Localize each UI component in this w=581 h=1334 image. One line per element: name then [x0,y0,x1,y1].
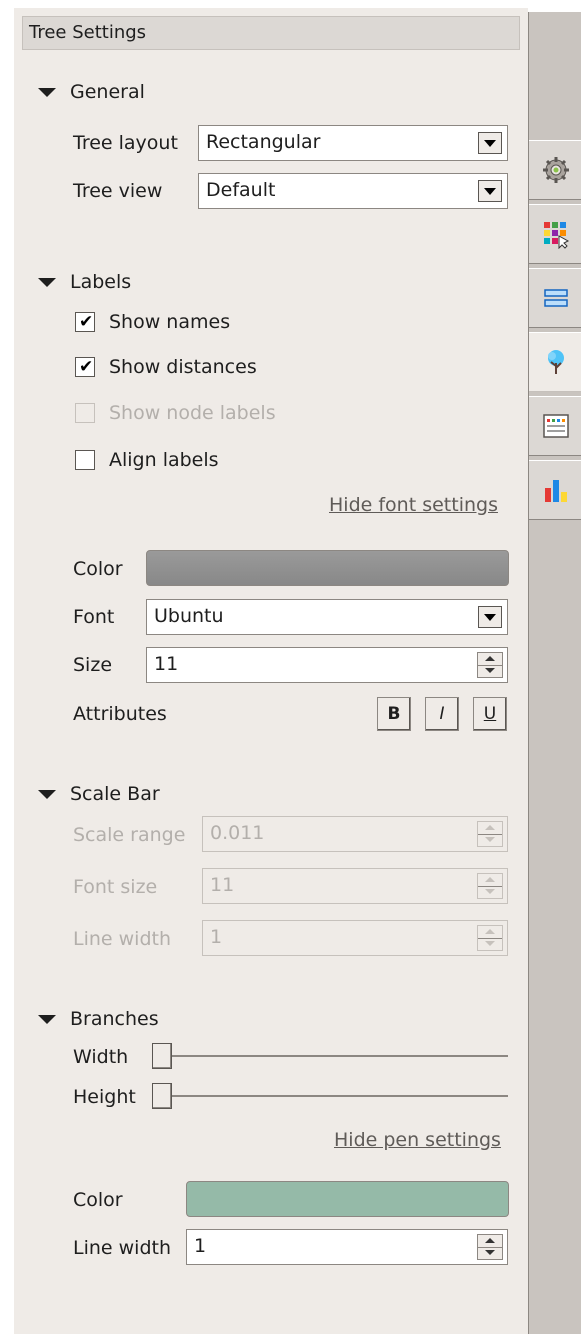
scale-line-width-value: 1 [210,926,223,948]
scale-range-label: Scale range [73,824,186,846]
tab-layout[interactable] [529,268,581,328]
tab-general-settings[interactable] [529,140,581,200]
branch-color-swatch[interactable] [186,1181,509,1217]
layout-bars-icon [543,289,568,307]
scale-font-size-label: Font size [73,876,158,898]
tree-view-label: Tree view [73,180,163,202]
hide-font-settings-link[interactable]: Hide font settings [329,494,498,516]
branch-line-width-label: Line width [73,1237,172,1259]
section-general-title: General [70,81,145,103]
collapse-triangle-icon [38,1014,56,1024]
dropdown-arrow-icon[interactable] [478,606,502,628]
show-names-checkbox[interactable]: ✔ Show names [75,309,230,335]
font-combo[interactable]: Ubuntu [146,599,508,635]
branch-height-slider-track[interactable] [152,1095,508,1097]
section-branches-title: Branches [70,1008,159,1030]
dropdown-arrow-icon[interactable] [478,132,502,154]
branch-width-slider-track[interactable] [152,1055,508,1057]
spin-arrows-icon [477,821,503,847]
section-labels-title: Labels [70,271,132,293]
tree-view-value: Default [206,179,276,201]
tree-layout-value: Rectangular [206,131,321,153]
size-value: 11 [154,653,179,675]
panel-header: Tree Settings [22,16,520,50]
checkbox-box[interactable] [75,450,95,470]
side-tab-strip [528,12,581,1334]
scale-range-value: 0.011 [210,822,265,844]
dropdown-arrow-icon[interactable] [478,180,502,202]
tab-data-table[interactable] [529,396,581,456]
checkbox-box[interactable]: ✔ [75,312,95,332]
section-scale-bar-toggle[interactable]: Scale Bar [38,782,160,806]
font-value: Ubuntu [154,605,224,627]
scale-range-spinbox: 0.011 [202,816,508,852]
align-labels-checkbox[interactable]: Align labels [75,447,219,473]
colored-grid-icon [543,222,569,249]
hide-pen-settings-link[interactable]: Hide pen settings [334,1129,501,1151]
data-table-icon [542,414,569,438]
show-node-labels-checkbox: Show node labels [75,400,276,426]
font-label: Font [73,606,115,628]
section-labels-toggle[interactable]: Labels [38,270,131,294]
checkmark-icon: ✔ [79,312,94,332]
collapse-triangle-icon [38,277,56,287]
branch-line-width-value: 1 [194,1235,207,1257]
underline-button[interactable]: U [473,697,507,731]
label-color-swatch[interactable] [146,550,509,586]
section-general-toggle[interactable]: General [38,80,145,104]
spin-arrows-icon [477,925,503,951]
tab-colors[interactable] [529,204,581,264]
branch-line-width-spinbox[interactable]: 1 [186,1229,508,1265]
tab-bar-chart[interactable] [529,460,581,520]
scale-line-width-label: Line width [73,928,172,950]
show-names-label: Show names [109,311,231,333]
italic-button[interactable]: I [425,697,459,731]
tree-view-combo[interactable]: Default [198,173,508,209]
panel-title: Tree Settings [29,22,147,43]
branch-width-slider-handle[interactable] [152,1043,172,1069]
checkmark-icon: ✔ [79,357,94,377]
bar-chart-icon [544,480,567,502]
collapse-triangle-icon [38,87,56,97]
branch-width-label: Width [73,1046,129,1068]
checkbox-box [75,403,95,423]
scale-line-width-spinbox: 1 [202,920,508,956]
settings-gear-icon [542,157,569,183]
show-distances-checkbox[interactable]: ✔ Show distances [75,354,257,380]
bold-button[interactable]: B [377,697,411,731]
collapse-triangle-icon [38,789,56,799]
size-label: Size [73,654,113,676]
section-scale-bar-title: Scale Bar [70,783,160,805]
spin-arrows-icon[interactable] [477,1234,503,1260]
spin-arrows-icon [477,873,503,899]
tree-layout-label: Tree layout [73,132,178,154]
align-labels-label: Align labels [109,449,219,471]
checkbox-box[interactable]: ✔ [75,357,95,377]
branch-height-label: Height [73,1086,136,1108]
branch-color-label: Color [73,1189,123,1211]
label-color-label: Color [73,558,123,580]
spin-arrows-icon[interactable] [477,652,503,678]
tab-tree-settings[interactable] [529,332,581,392]
section-branches-toggle[interactable]: Branches [38,1007,159,1031]
scale-font-size-spinbox: 11 [202,868,508,904]
size-spinbox[interactable]: 11 [146,647,508,683]
branch-height-slider-handle[interactable] [152,1083,172,1109]
scale-font-size-value: 11 [210,874,235,896]
attributes-label: Attributes [73,703,167,725]
tree-icon [547,350,564,374]
tree-layout-combo[interactable]: Rectangular [198,125,508,161]
show-distances-label: Show distances [109,356,257,378]
show-node-labels-label: Show node labels [109,402,276,424]
